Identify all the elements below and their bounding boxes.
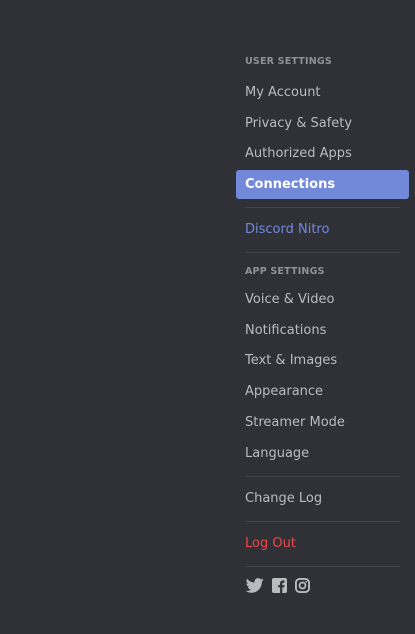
nav-item-log-out[interactable]: Log Out (236, 529, 409, 558)
nav-item-privacy-safety[interactable]: Privacy & Safety (236, 109, 409, 138)
nav-item-connections[interactable]: Connections (236, 170, 409, 200)
divider (245, 565, 400, 567)
nav-item-notifications[interactable]: Notifications (236, 316, 409, 345)
social-links (246, 576, 310, 594)
divider (245, 207, 400, 209)
app-settings-header: APP SETTINGS (245, 266, 325, 278)
nav-item-discord-nitro[interactable]: Discord Nitro (236, 215, 409, 244)
user-settings-header: USER SETTINGS (245, 56, 332, 67)
divider (245, 520, 400, 522)
divider (245, 252, 400, 254)
nav-item-voice-video[interactable]: Voice & Video (236, 285, 409, 314)
nav-item-appearance[interactable]: Appearance (236, 377, 409, 406)
settings-nav: USER SETTINGS My Account Privacy & Safet… (236, 55, 409, 567)
nav-item-streamer-mode[interactable]: Streamer Mode (236, 408, 409, 437)
nav-item-language[interactable]: Language (236, 439, 409, 468)
settings-sidebar: USER SETTINGS My Account Privacy & Safet… (0, 0, 415, 634)
instagram-icon[interactable] (295, 577, 310, 593)
divider (245, 475, 400, 477)
twitter-icon[interactable] (246, 577, 264, 593)
nav-item-change-log[interactable]: Change Log (236, 484, 409, 513)
nav-item-my-account[interactable]: My Account (236, 78, 409, 107)
facebook-icon[interactable] (272, 577, 287, 593)
nav-item-text-images[interactable]: Text & Images (236, 346, 409, 375)
nav-item-authorized-apps[interactable]: Authorized Apps (236, 139, 409, 168)
